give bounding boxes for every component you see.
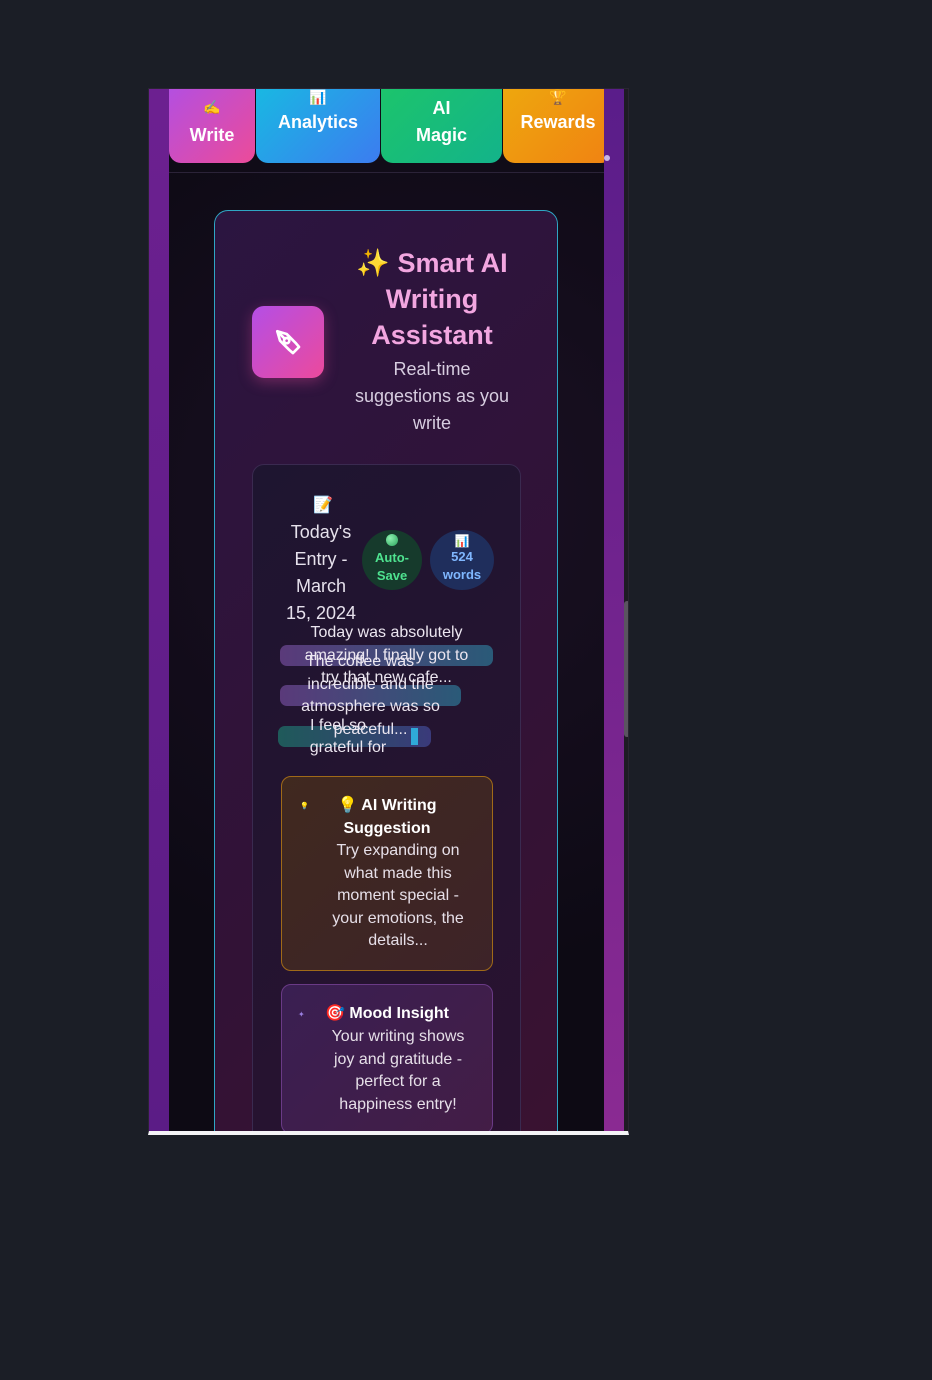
suggestion-body-line: what made this	[344, 864, 452, 882]
entry-text-line[interactable]: The coffee was	[280, 651, 440, 673]
tab-rewards-label: Rewards	[520, 112, 596, 132]
entry-date-line2: Entry -	[294, 549, 348, 569]
word-count-label: words	[442, 567, 482, 582]
mood-body: Your writing shows joy and gratitude - p…	[312, 1026, 484, 1116]
suggestion-body: Try expanding on what made this moment s…	[320, 840, 476, 953]
suggestion-body-line: your emotions, the	[332, 909, 464, 927]
assistant-title-line3: Assistant	[371, 320, 493, 350]
word-count-value: 524	[451, 549, 473, 564]
assistant-title-line2: Writing	[385, 284, 479, 314]
scroll-indicator-dot	[604, 155, 610, 161]
bar-chart-icon: 📊	[454, 534, 470, 548]
autosave-badge[interactable]: Auto- Save	[362, 530, 422, 590]
suggestion-body-line: details...	[368, 932, 428, 949]
ai-suggestion-box[interactable]: 💡 💡 AI Writing Suggestion Try expanding …	[281, 776, 493, 971]
pen-tool-icon	[252, 306, 324, 378]
entry-text-line[interactable]: grateful for	[278, 737, 418, 759]
tab-write-label: Write	[189, 125, 235, 145]
assistant-title-line1: ✨ Smart AI	[356, 248, 508, 278]
entry-text-line[interactable]: I feel so	[278, 715, 398, 737]
tab-ai-magic-label-line2: Magic	[415, 125, 467, 145]
mood-insight-box[interactable]: ✦ 🎯 Mood Insight Your writing shows joy …	[281, 984, 493, 1131]
tab-analytics-label: Analytics	[277, 112, 359, 132]
bar-chart-icon: 📊	[309, 89, 327, 105]
suggestion-title-line2: Suggestion	[343, 820, 431, 837]
autosave-label-line2: Save	[376, 568, 408, 583]
left-accent-stripe	[149, 89, 169, 1131]
entry-date: Today's Entry - March 15, 2024	[276, 519, 366, 627]
writing-assistant-card: ✨ Smart AI Writing Assistant Real-time s…	[214, 210, 558, 1131]
document-icon: 📝	[313, 497, 333, 514]
word-count-badge: 📊 524 words	[430, 530, 494, 590]
mood-body-line: Your writing shows	[331, 1028, 465, 1045]
suggestion-body-line: moment special -	[337, 887, 459, 904]
typing-cursor	[411, 728, 418, 745]
tab-write[interactable]: ✍️ Write	[169, 89, 255, 163]
assistant-subtitle-line2: suggestions as you	[354, 386, 510, 406]
right-accent-stripe	[604, 89, 624, 1131]
mood-body-line: perfect for a	[355, 1073, 441, 1090]
tab-ai-magic[interactable]: AI Magic	[381, 89, 502, 163]
entry-date-line1: Today's	[290, 522, 352, 542]
assistant-title: ✨ Smart AI Writing Assistant	[343, 245, 521, 353]
main-content: ✍️ Write 📊 Analytics AI Magic 🏆 Rewards	[169, 89, 604, 1131]
mood-body-line: happiness entry!	[339, 1095, 457, 1113]
app-viewport: ✍️ Write 📊 Analytics AI Magic 🏆 Rewards	[148, 88, 629, 1135]
suggestion-body-line: Try expanding on	[336, 842, 460, 859]
feature-tabs: ✍️ Write 📊 Analytics AI Magic 🏆 Rewards	[169, 89, 604, 173]
mood-title: 🎯 Mood Insight	[325, 1005, 449, 1022]
green-dot-icon	[386, 534, 398, 546]
autosave-label-line1: Auto-	[375, 550, 409, 565]
assistant-subtitle: Real-time suggestions as you write	[343, 356, 521, 437]
entry-text-line[interactable]: Today was absolutely	[280, 622, 493, 644]
tab-rewards[interactable]: 🏆 Rewards	[503, 89, 604, 163]
mood-body-line: joy and gratitude -	[333, 1050, 463, 1068]
entry-text-line[interactable]: incredible and the	[280, 674, 461, 696]
trophy-icon: 🏆	[549, 89, 567, 105]
suggestion-title-line1: 💡 AI Writing	[337, 797, 437, 814]
writing-hand-icon: ✍️	[203, 99, 221, 115]
assistant-subtitle-line3: write	[412, 413, 451, 433]
journal-entry-panel: 📝 Today's Entry - March 15, 2024 Auto- S…	[252, 464, 521, 1131]
scrollbar-thumb[interactable]	[624, 601, 628, 737]
tab-ai-magic-label-line1: AI	[432, 98, 451, 118]
tab-analytics[interactable]: 📊 Analytics	[256, 89, 380, 163]
assistant-subtitle-line1: Real-time	[393, 359, 471, 379]
entry-date-line3: March	[295, 576, 346, 596]
